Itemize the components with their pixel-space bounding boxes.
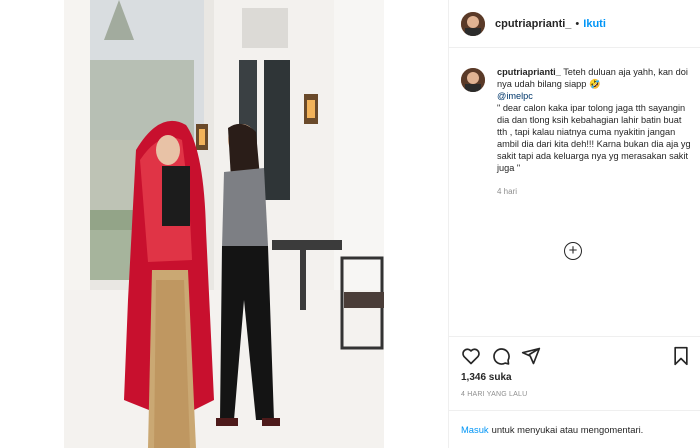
actions-divider	[449, 336, 700, 337]
author-avatar[interactable]	[461, 11, 485, 36]
caption-time: 4 hari	[497, 187, 518, 196]
share-icon[interactable]	[521, 346, 541, 366]
post-side-panel: cputriaprianti_ • Ikuti cputriaprianti_ …	[449, 0, 700, 448]
comment-icon[interactable]	[491, 346, 511, 366]
caption-text: cputriaprianti_ Teteh duluan aja yahh, k…	[497, 66, 693, 198]
caption-avatar[interactable]	[461, 68, 485, 92]
load-more-comments-button[interactable]: +	[564, 242, 582, 260]
post-actions	[461, 346, 689, 366]
caption-username[interactable]: cputriaprianti_	[497, 67, 561, 77]
follow-button[interactable]: Ikuti	[583, 18, 606, 30]
caption-mention[interactable]: @imelpc	[497, 91, 533, 101]
laugh-emoji-icon: 🤣	[588, 79, 601, 89]
login-prompt-bar: Masuk untuk menyukai atau mengomentari.	[449, 410, 700, 448]
caption-comment: cputriaprianti_ Teteh duluan aja yahh, k…	[461, 66, 693, 198]
caption-avatar-image	[461, 68, 485, 92]
header-separator: •	[575, 17, 580, 30]
post-date[interactable]: 4 HARI YANG LALU	[461, 391, 527, 398]
login-link[interactable]: Masuk	[461, 424, 489, 435]
photo-illustration	[64, 0, 384, 448]
post-photo[interactable]	[64, 0, 384, 448]
post-header: cputriaprianti_ • Ikuti	[449, 0, 700, 48]
post-media-area	[0, 0, 449, 448]
caption-quote: " dear calon kaka ipar tolong jaga tth s…	[497, 103, 691, 173]
login-prompt-text: untuk menyukai atau mengomentari.	[491, 424, 644, 435]
plus-icon: +	[568, 242, 578, 259]
likes-count[interactable]: 1,346 suka	[461, 372, 512, 383]
author-avatar-image	[461, 11, 485, 36]
heart-icon[interactable]	[461, 346, 481, 366]
bookmark-icon[interactable]	[671, 346, 691, 366]
author-username[interactable]: cputriaprianti_	[495, 18, 571, 30]
